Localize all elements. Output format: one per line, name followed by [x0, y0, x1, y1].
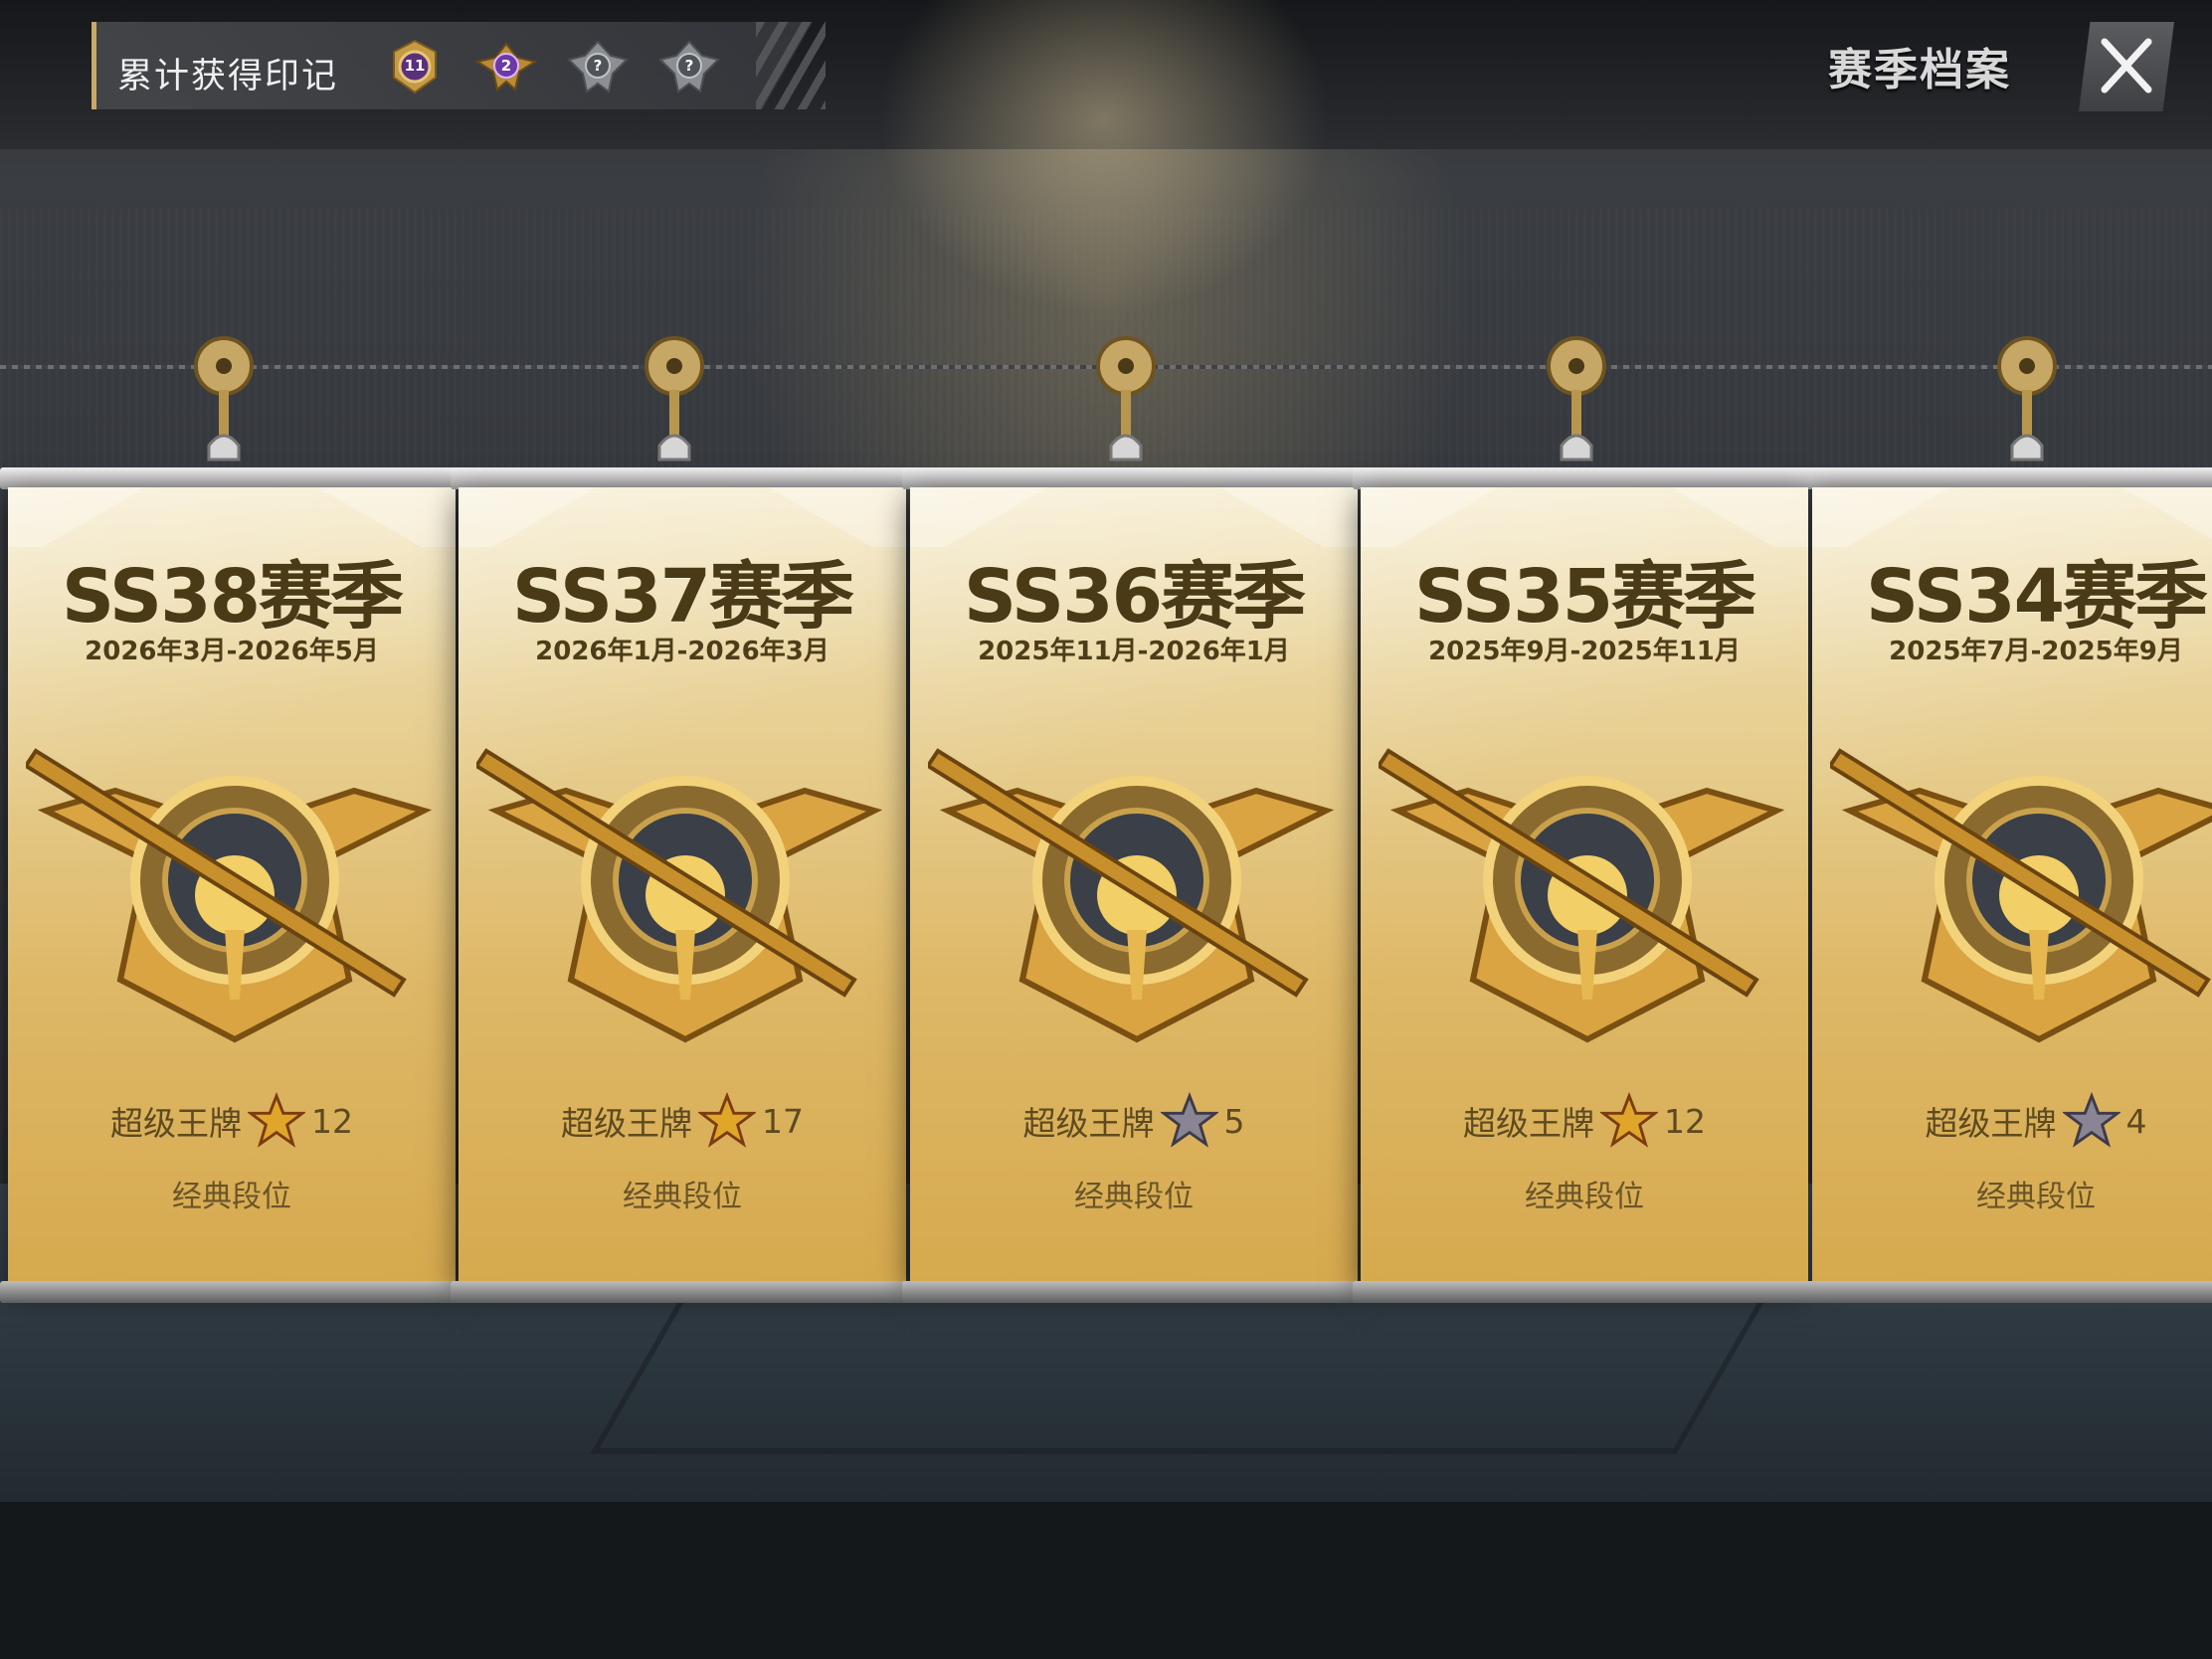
- banner-bottom-rod: [1353, 1281, 1816, 1303]
- season-title: SS36赛季: [963, 554, 1306, 640]
- floor-marking: [590, 1293, 1769, 1454]
- banner-top-rod: [0, 467, 463, 489]
- season-date: 2025年11月-2026年1月: [978, 637, 1290, 666]
- season-date: 2025年7月-2025年9月: [1889, 637, 2183, 666]
- purple-winged-badge-icon[interactable]: 2: [475, 38, 537, 95]
- season-archive-button[interactable]: 赛季档案: [1828, 34, 2011, 97]
- banner-top-rod: [1353, 467, 1816, 489]
- season-title: SS37赛季: [511, 554, 854, 640]
- banner-top-rod: [1812, 467, 2212, 489]
- rifle-rank-emblem-icon: [1379, 748, 1785, 1043]
- mark-count: 2: [500, 57, 512, 75]
- rank-line: 超级王牌 5: [910, 1092, 1358, 1150]
- season-banner[interactable]: SS34赛季 2025年7月-2025年9月 超级王牌 4 经典段位: [1812, 467, 2212, 1303]
- season-banner[interactable]: SS38赛季 2026年3月-2026年5月 超级王牌 12 经典段位: [0, 467, 463, 1303]
- rank-line: 超级王牌 4: [1812, 1092, 2212, 1150]
- silver-star-icon: [2062, 1092, 2120, 1148]
- season-banner[interactable]: SS37赛季 2026年1月-2026年3月 超级王牌 17 经典段位: [451, 467, 914, 1303]
- mark-count: ?: [593, 57, 603, 75]
- marks-list: 11 2 ? ?: [384, 38, 720, 97]
- banner-top-rod: [451, 467, 914, 489]
- rank-name: 超级王牌: [561, 1104, 692, 1143]
- banner-bottom-rod: [0, 1281, 463, 1303]
- banner-hook-icon: [645, 336, 704, 461]
- banner-hook-icon: [1997, 336, 2057, 461]
- star-count: 5: [1223, 1101, 1245, 1141]
- mode-label: 经典段位: [1074, 1180, 1194, 1214]
- season-date: 2026年1月-2026年3月: [535, 637, 830, 666]
- mode-label: 经典段位: [172, 1180, 291, 1214]
- mode-label: 经典段位: [1976, 1180, 2096, 1214]
- banner-hook-icon: [194, 336, 254, 461]
- gold-star-icon: [698, 1092, 756, 1148]
- rank-name: 超级王牌: [1463, 1104, 1594, 1143]
- close-icon: [2101, 38, 2152, 93]
- header-decoration: [756, 22, 826, 109]
- marks-header-label: 累计获得印记: [117, 57, 339, 96]
- close-button[interactable]: [2079, 22, 2174, 111]
- banner-bottom-rod: [1812, 1281, 2212, 1303]
- rank-name: 超级王牌: [1022, 1104, 1155, 1143]
- banner-body: SS36赛季 2025年11月-2026年1月 超级王牌 5 经典段位: [910, 487, 1358, 1283]
- rank-name: 超级王牌: [110, 1104, 242, 1143]
- rank-name: 超级王牌: [1925, 1104, 2057, 1143]
- season-banner[interactable]: SS35赛季 2025年9月-2025年11月 超级王牌 12 经典段位: [1353, 467, 1816, 1303]
- purple-level-badge-icon[interactable]: 11: [384, 38, 446, 95]
- star-count: 4: [2125, 1101, 2147, 1141]
- rank-line: 超级王牌 17: [459, 1092, 906, 1150]
- banner-body: SS35赛季 2025年9月-2025年11月 超级王牌 12 经典段位: [1361, 487, 1808, 1283]
- banner-body: SS38赛季 2026年3月-2026年5月 超级王牌 12 经典段位: [8, 487, 456, 1283]
- banner-body: SS34赛季 2025年7月-2025年9月 超级王牌 4 经典段位: [1812, 487, 2212, 1283]
- banner-bottom-rod: [451, 1281, 914, 1303]
- gold-star-icon: [248, 1092, 305, 1148]
- rifle-rank-emblem-icon: [476, 748, 883, 1043]
- mark-count: ?: [684, 57, 694, 75]
- mode-label: 经典段位: [1525, 1180, 1644, 1214]
- mark-count: 11: [404, 57, 426, 75]
- season-title: SS38赛季: [61, 554, 404, 640]
- star-count: 17: [762, 1101, 804, 1141]
- season-date: 2026年3月-2026年5月: [85, 637, 379, 666]
- rifle-rank-emblem-icon: [26, 748, 433, 1043]
- season-title: SS35赛季: [1413, 554, 1756, 640]
- rank-line: 超级王牌 12: [1361, 1092, 1808, 1150]
- banner-hook-icon: [1096, 336, 1156, 461]
- locked-silver-badge-icon[interactable]: ?: [567, 38, 629, 95]
- banner-hook-icon: [1547, 336, 1606, 461]
- locked-silver-badge-icon[interactable]: ?: [658, 38, 720, 95]
- mode-label: 经典段位: [623, 1180, 742, 1214]
- bottom-band: [0, 1502, 2212, 1659]
- season-banner[interactable]: SS36赛季 2025年11月-2026年1月 超级王牌 5 经典段位: [902, 467, 1366, 1303]
- silver-star-icon: [1160, 1092, 1218, 1148]
- star-count: 12: [1664, 1101, 1706, 1141]
- rifle-rank-emblem-icon: [928, 748, 1335, 1043]
- rank-line: 超级王牌 12: [8, 1092, 456, 1150]
- season-date: 2025年9月-2025年11月: [1428, 637, 1741, 666]
- season-title: SS34赛季: [1865, 554, 2208, 640]
- banner-body: SS37赛季 2026年1月-2026年3月 超级王牌 17 经典段位: [459, 487, 906, 1283]
- star-count: 12: [311, 1101, 353, 1141]
- banner-bottom-rod: [902, 1281, 1366, 1303]
- rifle-rank-emblem-icon: [1830, 748, 2212, 1043]
- banner-top-rod: [902, 467, 1366, 489]
- gold-star-icon: [1600, 1092, 1658, 1148]
